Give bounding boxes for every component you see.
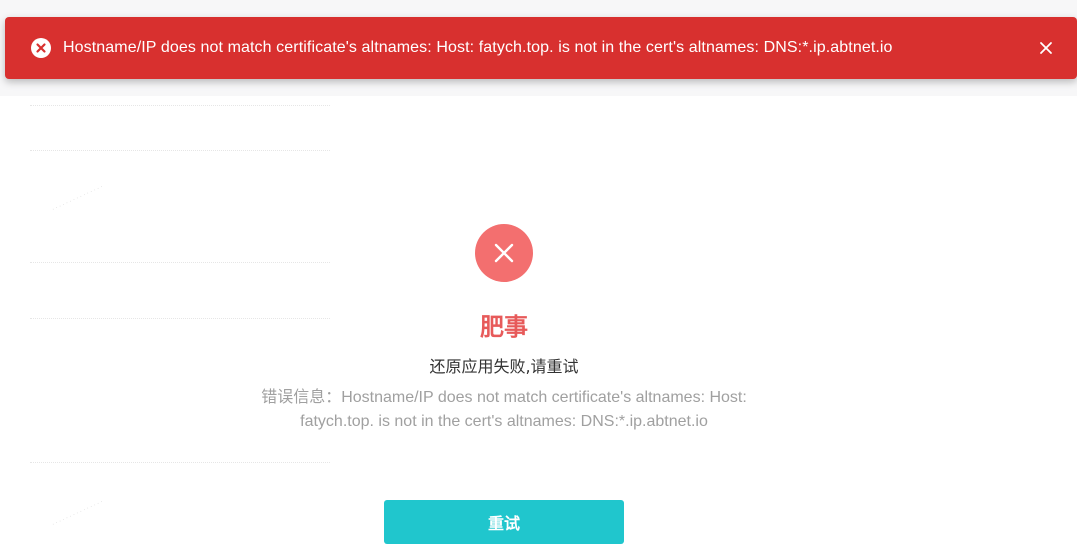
background-decoration bbox=[30, 150, 330, 152]
close-icon[interactable] bbox=[1037, 39, 1055, 57]
watermark: · · · · · · · · · · · · · · · bbox=[51, 183, 105, 214]
error-toast: Hostname/IP does not match certificate's… bbox=[5, 17, 1077, 79]
error-detail: 错误信息：Hostname/IP does not match certific… bbox=[261, 389, 747, 430]
watermark: · · · · · · · · · · · · · · · bbox=[51, 498, 105, 529]
result-subtitle: 还原应用失败,请重试 bbox=[429, 357, 579, 376]
retry-button[interactable]: 重试 bbox=[384, 500, 624, 544]
background-decoration bbox=[30, 462, 330, 464]
result-title: 肥事 bbox=[480, 313, 528, 341]
error-status-icon bbox=[475, 224, 533, 282]
page: · · · · · · · · · · · · · · · · · · · · … bbox=[0, 0, 1077, 550]
close-icon bbox=[494, 243, 514, 263]
background-decoration bbox=[30, 105, 330, 107]
toast-message: Hostname/IP does not match certificate's… bbox=[63, 39, 893, 56]
result-panel: 肥事 还原应用失败,请重试 错误信息：Hostname/IP does not … bbox=[0, 224, 1008, 434]
error-circle-icon bbox=[31, 38, 51, 58]
